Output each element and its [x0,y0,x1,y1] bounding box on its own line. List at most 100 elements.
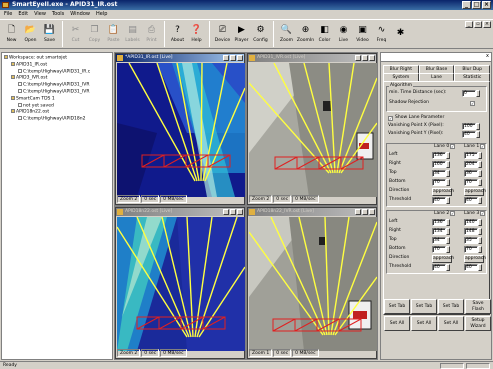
view-titlebar[interactable]: *APID31_IR.ost [Live] [116,54,244,62]
lane-0-checkbox[interactable]: ✓ [450,144,455,149]
lane-value-input[interactable]: 40 [432,264,446,271]
tab-blur-dup[interactable]: Blur Dup [454,65,491,73]
save-flash-button[interactable]: Save Flash [465,299,491,314]
lane-value-input[interactable]: 136 [432,152,446,159]
menu-window[interactable]: Window [70,10,90,19]
show-lane-checkbox[interactable]: ✓ [388,116,393,121]
tab-blur-right[interactable]: Blur Right [383,65,419,73]
view-minimize-icon[interactable] [355,209,361,215]
tab-system[interactable]: System [383,73,419,81]
zoomin-toolbar-button[interactable]: ⊕ ZoomIn [296,20,315,48]
lane-value-spinner[interactable] [478,197,482,204]
view-titlebar[interactable]: APID31_IVR.ost [Live] [248,54,376,62]
set-tab-button[interactable]: Set Tab [438,299,464,314]
tab-lane[interactable]: Lane [418,73,455,81]
view-close-icon[interactable] [237,209,243,215]
view-close-icon[interactable] [369,55,375,61]
view-titlebar[interactable]: APID18n22_IVR.ost [Live] [248,208,376,216]
mdi-close-icon[interactable]: × [483,21,491,28]
tree-item[interactable]: Workspace: out smartojet [4,55,110,62]
tree-item[interactable]: APID18n22.ost [4,109,110,116]
panel-close-icon[interactable]: x [486,53,489,59]
lane-value-input[interactable]: 136 [432,219,446,226]
view-minimize-icon[interactable] [223,209,229,215]
lane-value-spinner[interactable] [478,170,482,177]
vanishing-y-input[interactable]: 40 [462,131,476,138]
save-toolbar-button[interactable]: 💾 Save [40,20,59,48]
config-toolbar-button[interactable]: ⚙ Config [251,20,270,48]
lane-3-checkbox[interactable]: ✓ [480,211,485,216]
lane-value-spinner[interactable] [446,237,450,244]
lane-value-spinner[interactable] [446,179,450,186]
lane-value-spinner[interactable] [478,152,482,159]
tab-statistic[interactable]: Statistic [454,73,491,81]
set-tab-button[interactable]: Set Tab [384,299,410,314]
direction-button[interactable]: approach [464,188,486,196]
view-maximize-icon[interactable] [362,209,368,215]
view-window-4[interactable]: APID18n22_IVR.ost [Live] Zoom 10 sec 0 MB… [247,207,377,359]
open-toolbar-button[interactable]: 📂 Open [21,20,40,48]
tree-item[interactable]: C:\temp\Highway\APID31_IVR [4,82,110,89]
menu-help[interactable]: Help [96,10,107,19]
direction-button[interactable]: approach [464,255,486,263]
mdi-restore-icon[interactable]: ▫ [474,21,482,28]
lane-value-input[interactable]: 70 [432,246,446,253]
lane-value-spinner[interactable] [478,228,482,235]
live-toolbar-button[interactable]: ◉ Live [334,20,353,48]
min-time-spinner[interactable] [476,90,480,97]
view-window-3[interactable]: APID18n22.ost [Live] Zoom 20 sec 0 MB/sec [115,207,245,359]
view-window-2[interactable]: APID31_IVR.ost [Live] Zoom 20 sec 0 MB/se… [247,53,377,205]
vanishing-y-spinner[interactable] [476,131,480,138]
lane-value-input[interactable]: 160 [432,161,446,168]
camera-image-ir-2[interactable] [117,217,245,351]
menu-view[interactable]: View [34,10,46,19]
lane-value-spinner[interactable] [478,219,482,226]
tree-item[interactable]: C:\temp\Highway\APID31_IR.c [4,68,110,76]
new-toolbar-button[interactable]: 🗋 New [2,20,21,48]
lane-value-input[interactable]: 40 [432,197,446,204]
direction-button[interactable]: approach [432,188,454,196]
lane-value-input[interactable]: 34 [432,237,446,244]
tab-blur-base[interactable]: Blur Base [418,65,455,73]
device-toolbar-button[interactable]: ⎚ Device [213,20,232,48]
lane-value-spinner[interactable] [446,161,450,168]
view-maximize-icon[interactable] [362,55,368,61]
lane-value-spinner[interactable] [446,152,450,159]
lane-value-spinner[interactable] [478,179,482,186]
view-close-icon[interactable] [237,55,243,61]
tree-item[interactable]: APID3_IVR.ost [4,75,110,82]
lane-value-input[interactable]: 40 [464,197,478,204]
set-all-button[interactable]: Set All [384,316,410,331]
view-close-icon[interactable] [369,209,375,215]
lane-value-input[interactable]: 36 [464,170,478,177]
about-toolbar-button[interactable]: ? About [168,20,187,48]
video-toolbar-button[interactable]: ▣ Video [353,20,372,48]
camera-image-ir[interactable] [117,63,245,197]
direction-button[interactable]: approach [432,255,454,263]
lane-value-spinner[interactable] [446,197,450,204]
view-maximize-icon[interactable] [230,209,236,215]
lane-value-input[interactable]: 175 [464,152,478,159]
close-icon[interactable]: × [482,1,491,9]
mdi-minimize-icon[interactable]: _ [465,21,473,28]
lane-value-spinner[interactable] [478,161,482,168]
menu-edit[interactable]: Edit [18,10,28,19]
lane-1-checkbox[interactable]: ✓ [480,144,485,149]
lane-value-spinner[interactable] [478,246,482,253]
view-minimize-icon[interactable] [355,55,361,61]
lane-value-input[interactable]: 148 [464,228,478,235]
lane-2-checkbox[interactable]: ✓ [450,211,455,216]
view-titlebar[interactable]: APID18n22.ost [Live] [116,208,244,216]
lane-value-input[interactable]: 140 [464,219,478,226]
camera-image-visible-2[interactable] [249,217,377,351]
tree-item[interactable]: C:\temp\Highway\APID31_IVR [4,88,110,96]
setup-wizard-button[interactable]: Setup Wizard [465,316,491,331]
maximize-icon[interactable]: □ [472,1,481,9]
help-toolbar-button[interactable]: ❓ Help [187,20,206,48]
lane-value-spinner[interactable] [446,219,450,226]
view-minimize-icon[interactable] [223,55,229,61]
view-maximize-icon[interactable] [230,55,236,61]
tree-item[interactable]: not yet saved [4,102,110,110]
lane-value-input[interactable]: 40 [464,264,478,271]
set-tab-button[interactable]: Set Tab [411,299,437,314]
